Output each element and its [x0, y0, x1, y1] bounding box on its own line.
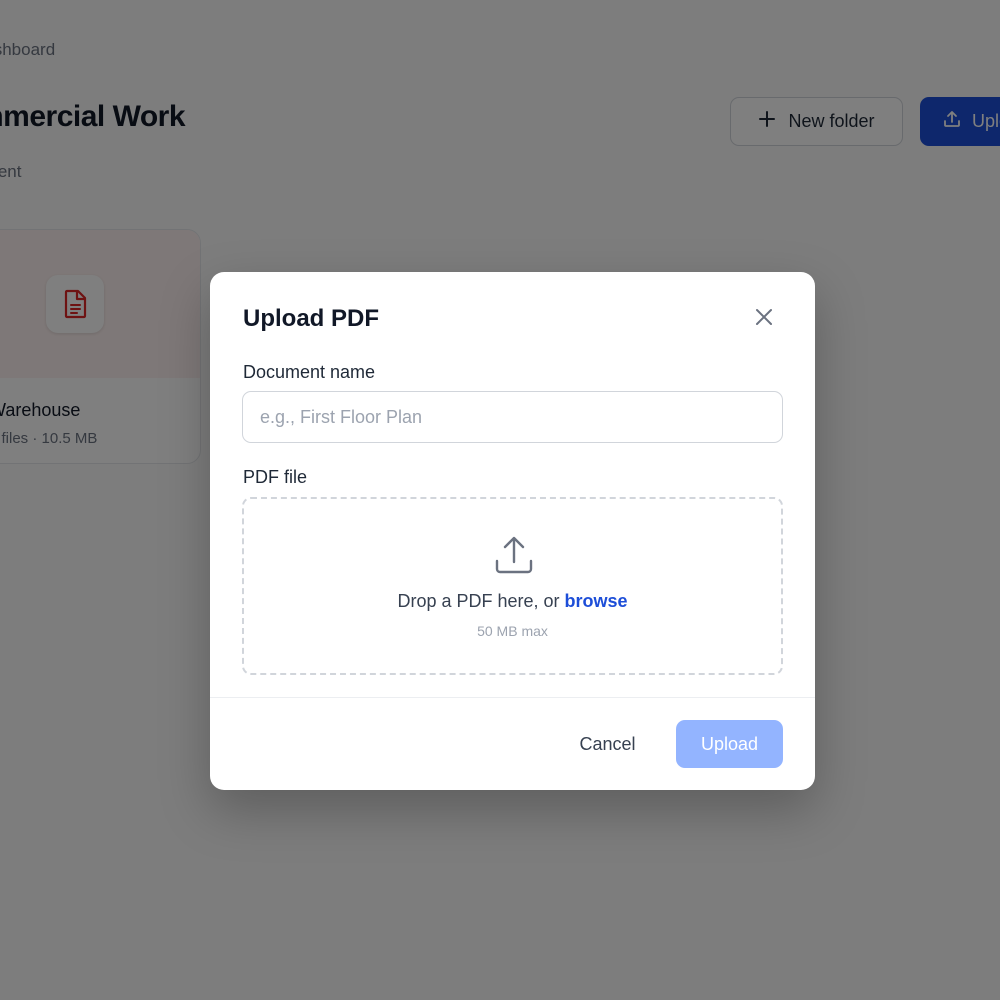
- close-icon: [754, 307, 774, 332]
- document-name-input[interactable]: [242, 391, 783, 443]
- dropzone-text: Drop a PDF here, or browse: [244, 591, 781, 612]
- upload-tray-icon: [495, 535, 533, 580]
- pdf-dropzone[interactable]: Drop a PDF here, or browse 50 MB max: [242, 497, 783, 675]
- document-name-label: Document name: [243, 362, 376, 382]
- size-hint: 50 MB max: [477, 623, 548, 639]
- browse-link[interactable]: browse: [565, 591, 628, 611]
- upload-pdf-dialog: Upload PDF Document name PDF file Drop a…: [210, 272, 815, 790]
- close-button[interactable]: [750, 306, 777, 333]
- cancel-button[interactable]: Cancel: [560, 720, 655, 768]
- footer-divider: [210, 697, 815, 698]
- pdf-file-label: PDF file: [243, 467, 308, 487]
- dropzone-instruction: Drop a PDF here, or: [397, 591, 565, 611]
- documents-page: Dashboard Commercial Work Client New fol…: [0, 0, 1000, 1000]
- dialog-title: Upload PDF: [243, 305, 379, 332]
- upload-button[interactable]: Upload: [676, 720, 783, 768]
